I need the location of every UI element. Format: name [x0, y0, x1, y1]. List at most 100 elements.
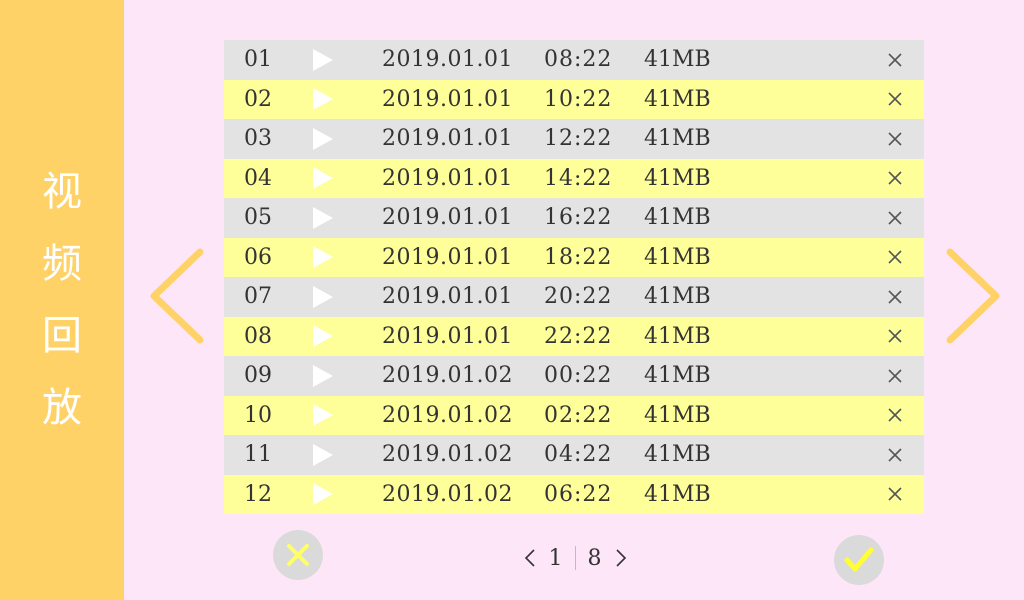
- recording-time: 22:22: [544, 323, 613, 349]
- close-icon[interactable]: [886, 288, 904, 306]
- recording-time: 02:22: [544, 402, 613, 428]
- recording-index: 10: [244, 402, 272, 428]
- recording-row[interactable]: 05 2019.01.01 16:22 41MB: [224, 198, 924, 238]
- recording-date: 2019.01.01: [382, 86, 513, 112]
- sidebar-title-char: 回: [42, 313, 82, 359]
- close-icon[interactable]: [886, 51, 904, 69]
- recording-size: 41MB: [644, 402, 711, 428]
- sidebar-title-char: 频: [42, 241, 82, 287]
- recording-date: 2019.01.02: [382, 363, 513, 389]
- recording-size: 41MB: [644, 205, 711, 231]
- recording-row[interactable]: 12 2019.01.02 06:22 41MB: [224, 474, 924, 514]
- recording-time: 16:22: [544, 205, 613, 231]
- chevron-left-icon[interactable]: [146, 246, 208, 346]
- recording-row[interactable]: 08 2019.01.01 22:22 41MB: [224, 316, 924, 356]
- recording-index: 11: [244, 442, 272, 468]
- recording-size: 41MB: [644, 244, 711, 270]
- recording-row[interactable]: 07 2019.01.01 20:22 41MB: [224, 277, 924, 317]
- recording-time: 10:22: [544, 86, 613, 112]
- recording-index: 09: [244, 363, 272, 389]
- recording-index: 05: [244, 205, 272, 231]
- page-separator: [574, 546, 576, 570]
- recording-row[interactable]: 10 2019.01.02 02:22 41MB: [224, 395, 924, 435]
- recording-size: 41MB: [644, 86, 711, 112]
- recording-row[interactable]: 06 2019.01.01 18:22 41MB: [224, 237, 924, 277]
- play-icon[interactable]: [312, 364, 334, 388]
- recording-list: 01 2019.01.01 08:22 41MB 02 2019.01.01 10:22 41…: [224, 40, 924, 514]
- recording-index: 08: [244, 323, 272, 349]
- recording-row[interactable]: 01 2019.01.01 08:22 41MB: [224, 40, 924, 80]
- pagination: 1 8: [510, 540, 640, 576]
- recording-date: 2019.01.02: [382, 402, 513, 428]
- play-icon[interactable]: [312, 324, 334, 348]
- play-icon[interactable]: [312, 166, 334, 190]
- recording-date: 2019.01.01: [382, 323, 513, 349]
- recording-size: 41MB: [644, 165, 711, 191]
- check-icon: [844, 547, 874, 572]
- recording-index: 01: [244, 47, 272, 73]
- play-icon[interactable]: [312, 245, 334, 269]
- recording-index: 04: [244, 165, 272, 191]
- cancel-button[interactable]: [273, 530, 323, 580]
- recording-size: 41MB: [644, 126, 711, 152]
- recording-size: 41MB: [644, 47, 711, 73]
- recording-time: 18:22: [544, 244, 613, 270]
- close-icon[interactable]: [886, 90, 904, 108]
- close-icon[interactable]: [886, 169, 904, 187]
- close-icon[interactable]: [886, 248, 904, 266]
- recording-row[interactable]: 11 2019.01.02 04:22 41MB: [224, 435, 924, 475]
- recording-index: 02: [244, 86, 272, 112]
- recording-size: 41MB: [644, 442, 711, 468]
- recording-time: 00:22: [544, 363, 613, 389]
- recording-row[interactable]: 04 2019.01.01 14:22 41MB: [224, 158, 924, 198]
- close-icon[interactable]: [886, 327, 904, 345]
- close-icon[interactable]: [886, 485, 904, 503]
- recording-time: 04:22: [544, 442, 613, 468]
- play-icon[interactable]: [312, 403, 334, 427]
- recording-date: 2019.01.01: [382, 126, 513, 152]
- play-icon[interactable]: [312, 482, 334, 506]
- close-icon[interactable]: [886, 130, 904, 148]
- recording-date: 2019.01.01: [382, 205, 513, 231]
- recording-row[interactable]: 03 2019.01.01 12:22 41MB: [224, 119, 924, 159]
- close-icon[interactable]: [886, 367, 904, 385]
- recording-row[interactable]: 02 2019.01.01 10:22 41MB: [224, 79, 924, 119]
- close-icon[interactable]: [886, 446, 904, 464]
- current-page: 1: [548, 545, 563, 571]
- sidebar: 视 频 回 放: [0, 0, 124, 600]
- recording-date: 2019.01.01: [382, 284, 513, 310]
- recording-row[interactable]: 09 2019.01.02 00:22 41MB: [224, 356, 924, 396]
- chevron-right-icon[interactable]: [942, 246, 1004, 346]
- play-icon[interactable]: [312, 206, 334, 230]
- recording-index: 12: [244, 481, 272, 507]
- play-icon[interactable]: [312, 48, 334, 72]
- recording-date: 2019.01.01: [382, 47, 513, 73]
- recording-index: 06: [244, 244, 272, 270]
- recording-size: 41MB: [644, 323, 711, 349]
- close-icon[interactable]: [886, 406, 904, 424]
- play-icon[interactable]: [312, 443, 334, 467]
- recording-time: 06:22: [544, 481, 613, 507]
- recording-time: 14:22: [544, 165, 613, 191]
- recording-index: 03: [244, 126, 272, 152]
- recording-size: 41MB: [644, 481, 711, 507]
- recording-date: 2019.01.01: [382, 165, 513, 191]
- play-icon[interactable]: [312, 285, 334, 309]
- close-icon[interactable]: [886, 209, 904, 227]
- recording-index: 07: [244, 284, 272, 310]
- total-pages: 8: [587, 545, 602, 571]
- play-icon[interactable]: [312, 127, 334, 151]
- recording-date: 2019.01.01: [382, 244, 513, 270]
- recording-date: 2019.01.02: [382, 442, 513, 468]
- recording-date: 2019.01.02: [382, 481, 513, 507]
- play-icon[interactable]: [312, 87, 334, 111]
- confirm-button[interactable]: [834, 535, 884, 585]
- recording-size: 41MB: [644, 284, 711, 310]
- sidebar-title-char: 视: [42, 169, 82, 215]
- next-page-icon[interactable]: [614, 548, 628, 568]
- recording-size: 41MB: [644, 363, 711, 389]
- prev-page-icon[interactable]: [523, 548, 537, 568]
- sidebar-title-char: 放: [42, 385, 82, 431]
- close-icon: [287, 544, 309, 566]
- recording-time: 08:22: [544, 47, 613, 73]
